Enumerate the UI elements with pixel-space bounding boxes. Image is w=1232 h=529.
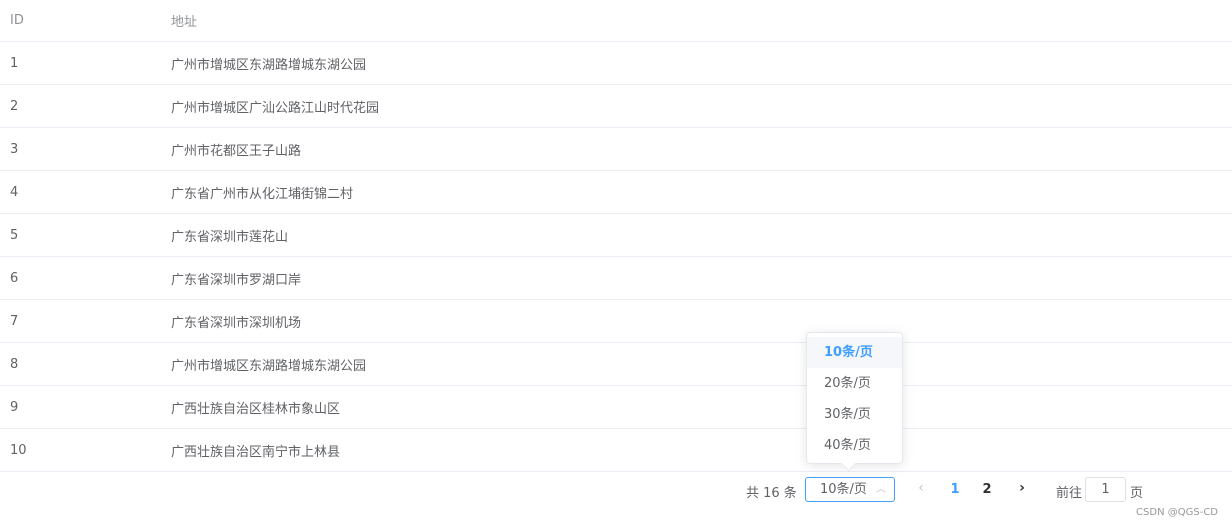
- page-size-dropdown: 10条/页 20条/页 30条/页 40条/页: [806, 332, 903, 472]
- cell-id: 6: [10, 270, 19, 286]
- cell-address: 广州市花都区王子山路: [171, 143, 302, 159]
- goto-page-input[interactable]: [1085, 477, 1126, 502]
- cell-id: 3: [10, 141, 19, 157]
- pagination: 共 16 条 10条/页 ︿ ‹ 1 2 › 前往 页: [0, 477, 1232, 503]
- goto-label: 前往: [1056, 486, 1083, 501]
- cell-id: 2: [10, 98, 19, 114]
- chevron-right-icon[interactable]: ›: [1012, 480, 1032, 496]
- cell-address: 广州市增城区广汕公路江山时代花园: [171, 100, 380, 116]
- page-size-option-40[interactable]: 40条/页: [807, 430, 902, 461]
- chevron-up-icon: ︿: [876, 484, 886, 495]
- table-row[interactable]: 3 广州市花都区王子山路: [0, 128, 1232, 171]
- table-row[interactable]: 4 广东省广州市从化江埔街锦二村: [0, 171, 1232, 214]
- pagination-total: 共 16 条: [746, 486, 797, 501]
- table-row[interactable]: 8 广州市增城区东湖路增城东湖公园: [0, 343, 1232, 386]
- cell-id: 7: [10, 313, 19, 329]
- address-table: ID 地址 1 广州市增城区东湖路增城东湖公园 2 广州市增城区广汕公路江山时代…: [0, 0, 1232, 472]
- table-row[interactable]: 1 广州市增城区东湖路增城东湖公园: [0, 42, 1232, 85]
- cell-address: 广东省深圳市深圳机场: [171, 315, 302, 331]
- cell-address: 广东省广州市从化江埔街锦二村: [171, 186, 354, 202]
- page-number-2[interactable]: 2: [977, 482, 997, 497]
- page-size-select[interactable]: 10条/页 ︿: [805, 477, 895, 502]
- cell-id: 4: [10, 184, 19, 200]
- page-number-1[interactable]: 1: [945, 482, 965, 497]
- table-row[interactable]: 9 广西壮族自治区桂林市象山区: [0, 386, 1232, 429]
- goto-suffix: 页: [1130, 486, 1144, 501]
- table-row[interactable]: 6 广东省深圳市罗湖口岸: [0, 257, 1232, 300]
- cell-address: 广东省深圳市莲花山: [171, 229, 289, 245]
- cell-address: 广州市增城区东湖路增城东湖公园: [171, 57, 367, 73]
- column-header-address[interactable]: 地址: [171, 11, 1232, 30]
- table-row[interactable]: 7 广东省深圳市深圳机场: [0, 300, 1232, 343]
- table-row[interactable]: 10 广西壮族自治区南宁市上林县: [0, 429, 1232, 472]
- cell-id: 10: [10, 442, 27, 458]
- cell-address: 广西壮族自治区桂林市象山区: [171, 401, 341, 417]
- table-row[interactable]: 2 广州市增城区广汕公路江山时代花园: [0, 85, 1232, 128]
- table-row[interactable]: 5 广东省深圳市莲花山: [0, 214, 1232, 257]
- column-header-id[interactable]: ID: [0, 13, 171, 28]
- cell-id: 8: [10, 356, 19, 372]
- table-header: ID 地址: [0, 0, 1232, 42]
- chevron-left-icon[interactable]: ‹: [911, 480, 931, 496]
- cell-id: 1: [10, 55, 19, 71]
- cell-address: 广西壮族自治区南宁市上林县: [171, 444, 341, 460]
- page-size-option-20[interactable]: 20条/页: [807, 368, 902, 399]
- cell-id: 5: [10, 227, 19, 243]
- cell-id: 9: [10, 399, 19, 415]
- cell-address: 广州市增城区东湖路增城东湖公园: [171, 358, 367, 374]
- watermark: CSDN @QGS-CD: [1136, 507, 1218, 518]
- cell-address: 广东省深圳市罗湖口岸: [171, 272, 302, 288]
- page-size-option-30[interactable]: 30条/页: [807, 399, 902, 430]
- page-size-option-10[interactable]: 10条/页: [807, 337, 902, 368]
- page-size-value: 10条/页: [820, 482, 867, 497]
